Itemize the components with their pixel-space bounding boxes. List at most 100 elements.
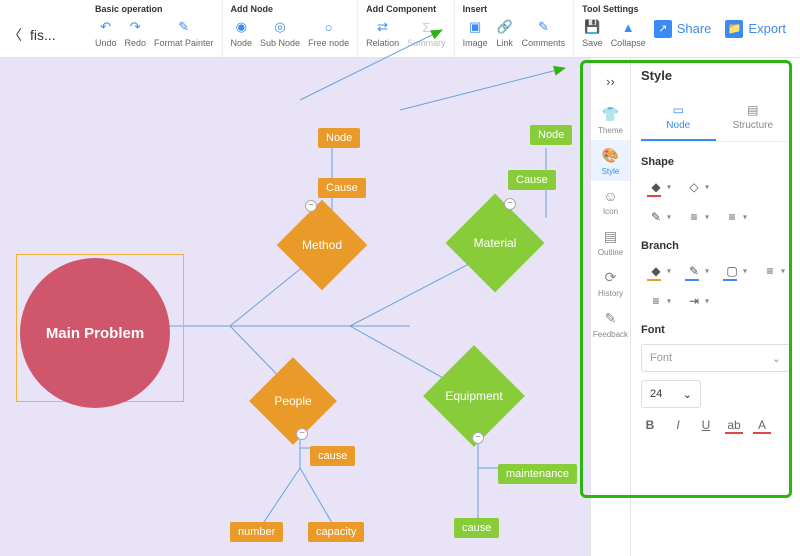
main-problem-node[interactable]: Main Problem: [20, 258, 170, 408]
font-size-select[interactable]: 24 ⌄: [641, 380, 701, 408]
branch-fill-tool[interactable]: ◆▾: [641, 260, 671, 282]
structure-tab-icon: ▤: [747, 103, 758, 117]
collapse-icon: ▲: [619, 18, 637, 36]
underline-button[interactable]: U: [697, 418, 715, 434]
save-button[interactable]: 💾Save: [582, 18, 603, 48]
method-cause[interactable]: Cause: [318, 178, 366, 198]
shape-section-title: Shape: [641, 156, 790, 168]
equipment-maintenance[interactable]: maintenance: [498, 464, 577, 484]
equipment-label: Equipment: [445, 389, 502, 403]
add-node-button[interactable]: ◉Node: [231, 18, 253, 48]
collapse-toggle-icon[interactable]: −: [305, 200, 317, 212]
sub-node-icon: ◎: [271, 18, 289, 36]
group-title: Tool Settings: [582, 4, 646, 14]
format-painter-icon: ✎: [175, 18, 193, 36]
group-insert: Insert ▣Image 🔗Link ✎Comments: [455, 0, 575, 57]
chevron-down-icon: ⌄: [772, 352, 781, 365]
method-label: Method: [302, 238, 342, 252]
file-name: fis...: [30, 27, 56, 43]
border-tool[interactable]: ✎▾: [641, 206, 671, 228]
strikethrough-button[interactable]: ab: [725, 418, 743, 434]
people-number[interactable]: number: [230, 522, 283, 542]
font-section-title: Font: [641, 324, 790, 336]
save-icon: 💾: [583, 18, 601, 36]
free-node-icon: ○: [320, 18, 338, 36]
export-button[interactable]: 📁Export: [725, 20, 786, 38]
group-basic-operation: Basic operation ↶Undo ↷Redo ✎Format Pain…: [87, 0, 223, 57]
share-icon: ↗: [654, 20, 672, 38]
font-family-select[interactable]: Font ⌄: [641, 344, 790, 372]
summary-icon: Σ: [417, 18, 435, 36]
icon-button[interactable]: ☺Icon: [591, 181, 631, 221]
export-icon: 📁: [725, 20, 743, 38]
border-style-tool[interactable]: ≡▾: [679, 206, 709, 228]
branch-arrow-tool[interactable]: ⇥▾: [679, 290, 709, 312]
shape-type-tool[interactable]: ◇▾: [679, 176, 709, 198]
people-label: People: [274, 394, 311, 408]
method-node[interactable]: Node: [318, 128, 360, 148]
outline-button[interactable]: ▤Outline: [591, 221, 631, 262]
sub-node-button[interactable]: ◎Sub Node: [260, 18, 300, 48]
relation-button[interactable]: ⇄Relation: [366, 18, 399, 48]
fill-color-tool[interactable]: ◆▾: [641, 176, 671, 198]
redo-button[interactable]: ↷Redo: [124, 18, 146, 48]
node-tab-icon: ▭: [673, 103, 684, 117]
comments-icon: ✎: [534, 18, 552, 36]
insert-link-button[interactable]: 🔗Link: [496, 18, 514, 48]
collapse-toggle-icon[interactable]: −: [504, 198, 516, 210]
tab-structure[interactable]: ▤Structure: [716, 97, 791, 141]
diagram-canvas[interactable]: Main Problem Method Node Cause − Materia…: [0, 58, 590, 556]
theme-icon: 👕: [602, 106, 619, 123]
undo-icon: ↶: [97, 18, 115, 36]
font-placeholder: Font: [650, 352, 672, 364]
panel-title: Style: [641, 68, 790, 83]
main-problem-label: Main Problem: [46, 325, 144, 342]
material-node[interactable]: Node: [530, 125, 572, 145]
history-button[interactable]: ⟳History: [591, 262, 631, 303]
branch-style-tool[interactable]: ≡▾: [641, 290, 671, 312]
collapse-panel-icon[interactable]: ››: [591, 64, 631, 99]
image-icon: ▣: [466, 18, 484, 36]
collapse-toggle-icon[interactable]: −: [472, 432, 484, 444]
equipment-cause[interactable]: cause: [454, 518, 499, 538]
feedback-icon: ✎: [605, 310, 617, 327]
group-add-component: Add Component ⇄Relation ΣSummary: [358, 0, 455, 57]
undo-button[interactable]: ↶Undo: [95, 18, 117, 48]
format-painter-button[interactable]: ✎Format Painter: [154, 18, 214, 48]
bold-button[interactable]: B: [641, 418, 659, 434]
material-cause[interactable]: Cause: [508, 170, 556, 190]
people-capacity[interactable]: capacity: [308, 522, 364, 542]
back-icon[interactable]: 〈: [0, 25, 30, 45]
font-color-button[interactable]: A: [753, 418, 771, 434]
insert-image-button[interactable]: ▣Image: [463, 18, 488, 48]
feedback-button[interactable]: ✎Feedback: [591, 303, 631, 344]
branch-align-tool[interactable]: ≡▾: [755, 260, 785, 282]
outline-icon: ▤: [604, 228, 617, 245]
group-tool-settings: Tool Settings 💾Save ▲Collapse: [574, 0, 654, 57]
summary-button[interactable]: ΣSummary: [407, 18, 446, 48]
style-icon: 🎨: [602, 147, 619, 164]
style-button[interactable]: 🎨Style: [591, 140, 631, 181]
tab-node[interactable]: ▭Node: [641, 97, 716, 141]
free-node-button[interactable]: ○Free node: [308, 18, 349, 48]
collapse-toggle-icon[interactable]: −: [296, 428, 308, 440]
collapse-button[interactable]: ▲Collapse: [611, 18, 646, 48]
branch-box-tool[interactable]: ▢▾: [717, 260, 747, 282]
history-icon: ⟳: [605, 269, 617, 286]
style-panel: Style ▭Node ▤Structure Shape ◆▾ ◇▾ ✎▾ ≡▾…: [630, 58, 800, 556]
redo-icon: ↷: [126, 18, 144, 36]
italic-button[interactable]: I: [669, 418, 687, 434]
border-width-tool[interactable]: ≡▾: [717, 206, 747, 228]
group-add-node: Add Node ◉Node ◎Sub Node ○Free node: [223, 0, 359, 57]
branch-section-title: Branch: [641, 240, 790, 252]
share-button[interactable]: ↗Share: [654, 20, 712, 38]
material-label: Material: [474, 236, 517, 250]
insert-comments-button[interactable]: ✎Comments: [522, 18, 566, 48]
chevron-down-icon: ⌄: [683, 388, 692, 401]
people-cause[interactable]: cause: [310, 446, 355, 466]
node-icon: ◉: [232, 18, 250, 36]
group-title: Add Node: [231, 4, 350, 14]
branch-line-tool[interactable]: ✎▾: [679, 260, 709, 282]
group-title: Add Component: [366, 4, 446, 14]
theme-button[interactable]: 👕Theme: [591, 99, 631, 140]
